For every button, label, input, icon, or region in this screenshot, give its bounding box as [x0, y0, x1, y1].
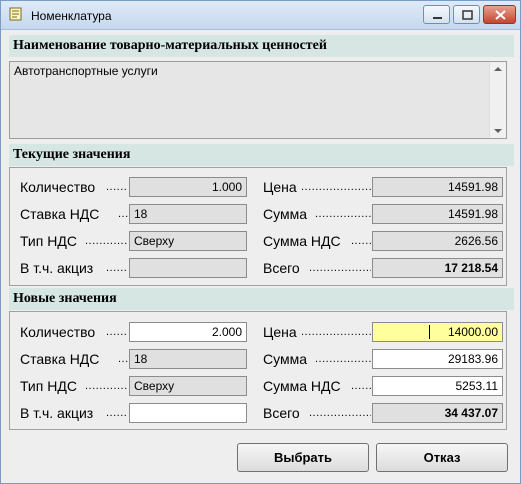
new-values-group: Количество ......... 2.000 Ставка НДС ..… — [9, 311, 507, 430]
leader-dots: .......................... — [301, 181, 371, 193]
leader-dots: .......................... — [301, 326, 371, 338]
maximize-icon — [462, 10, 473, 20]
new-vat-type-label: Тип НДС — [20, 378, 77, 394]
new-sum-label: Сумма — [263, 351, 307, 367]
name-value: Автотранспортные услуги — [14, 64, 158, 78]
new-vat-type-field: Сверху — [129, 376, 247, 396]
leader-dots: ................ — [85, 380, 128, 392]
scroll-down-icon[interactable] — [494, 129, 502, 133]
leader-dots: ......... — [106, 326, 128, 338]
select-button[interactable]: Выбрать — [237, 443, 369, 472]
leader-dots: ......... — [106, 407, 128, 419]
nomenclature-window: Номенклатура Наименование товарно-матери… — [0, 0, 521, 484]
current-vat-sum-label: Сумма НДС — [263, 233, 341, 249]
current-vat-type-field: Сверху — [129, 231, 247, 251]
current-quantity-label: Количество — [20, 179, 96, 195]
new-total-field: 34 437.07 — [372, 403, 503, 423]
leader-dots: ......... — [106, 181, 128, 193]
new-excise-label: В т.ч. акциз — [20, 405, 94, 421]
close-icon — [495, 10, 506, 20]
leader-dots: .... — [118, 353, 128, 365]
new-vat-sum-input[interactable]: 5253.11 — [372, 376, 503, 396]
name-scrollbar[interactable] — [489, 62, 506, 138]
title-bar: Номенклатура — [1, 1, 520, 30]
current-total-label: Всего — [263, 260, 300, 276]
cancel-button[interactable]: Отказ — [376, 443, 508, 472]
current-vat-rate-label: Ставка НДС — [20, 206, 100, 222]
window-title: Номенклатура — [31, 9, 112, 23]
leader-dots: ........................ — [309, 407, 371, 419]
current-total-field: 17 218.54 — [372, 258, 503, 278]
new-vat-rate-field: 18 — [129, 349, 247, 369]
current-sum-field: 14591.98 — [372, 204, 503, 224]
current-vat-sum-field: 2626.56 — [372, 231, 503, 251]
leader-dots: ................ — [85, 235, 128, 247]
current-excise-label: В т.ч. акциз — [20, 260, 94, 276]
name-section-header: Наименование товарно-материальных ценнос… — [9, 35, 514, 57]
leader-dots: ........ — [351, 380, 371, 392]
close-button[interactable] — [483, 5, 516, 24]
current-values-group: Количество ......... 1.000 Ставка НДС ..… — [9, 167, 507, 286]
new-sum-input[interactable]: 29183.96 — [372, 349, 503, 369]
leader-dots: ........................ — [309, 262, 371, 274]
leader-dots: ..................... — [315, 353, 371, 365]
new-excise-input[interactable] — [129, 403, 247, 423]
new-vat-sum-label: Сумма НДС — [263, 378, 341, 394]
scroll-up-icon[interactable] — [494, 67, 502, 71]
minimize-icon — [433, 17, 442, 19]
current-price-label: Цена — [263, 179, 297, 195]
current-vat-rate-field: 18 — [129, 204, 247, 224]
current-vat-type-label: Тип НДС — [20, 233, 77, 249]
current-price-field: 14591.98 — [372, 177, 503, 197]
leader-dots: ..................... — [315, 208, 371, 220]
current-excise-field — [129, 258, 247, 278]
new-price-label: Цена — [263, 324, 297, 340]
leader-dots: ......... — [106, 262, 128, 274]
leader-dots: .... — [118, 208, 128, 220]
new-section-header: Новые значения — [9, 288, 514, 310]
new-price-input[interactable]: 14000.00 — [372, 322, 503, 342]
current-sum-label: Сумма — [263, 206, 307, 222]
name-textarea[interactable]: Автотранспортные услуги — [9, 61, 507, 139]
new-quantity-input[interactable]: 2.000 — [129, 322, 247, 342]
new-total-label: Всего — [263, 405, 300, 421]
document-icon — [9, 7, 22, 21]
new-quantity-label: Количество — [20, 324, 96, 340]
text-caret — [429, 325, 430, 339]
new-price-value: 14000.00 — [447, 325, 498, 339]
maximize-button[interactable] — [453, 5, 480, 24]
current-quantity-field: 1.000 — [129, 177, 247, 197]
new-vat-rate-label: Ставка НДС — [20, 351, 100, 367]
leader-dots: ........ — [351, 235, 371, 247]
minimize-button[interactable] — [423, 5, 450, 24]
current-section-header: Текущие значения — [9, 144, 514, 166]
